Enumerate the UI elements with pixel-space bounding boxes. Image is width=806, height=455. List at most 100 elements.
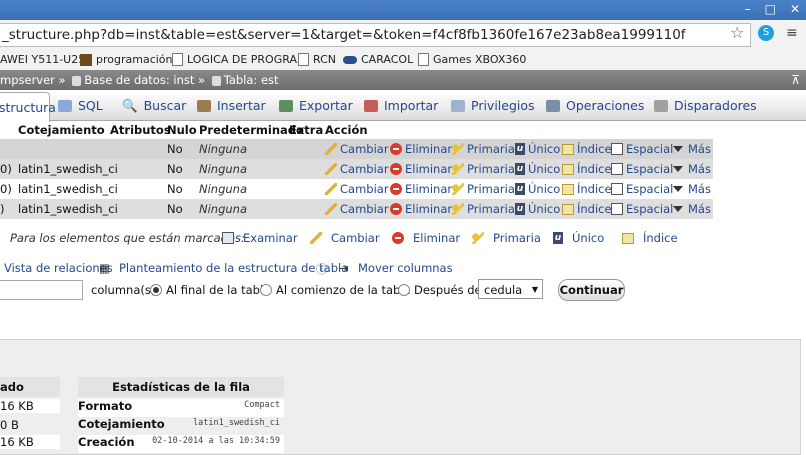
database-icon [72,75,82,86]
tab-label: Importar [384,98,439,113]
menu-icon[interactable]: ≡ [786,25,798,41]
tab-operaciones[interactable]: Operaciones [546,92,644,120]
help-icon[interactable]: ⓘ [316,261,328,277]
more-link[interactable]: Más [673,162,711,176]
continue-button[interactable]: Continuar [558,279,625,301]
table-row: No Ninguna Cambiar Eliminar Primaria u Ún… [0,139,713,159]
primary-link[interactable]: Primaria [452,182,515,196]
at-end-radio[interactable] [150,284,162,296]
bookmark-rcn[interactable]: RCN [298,49,336,70]
index-link[interactable]: Índice [562,182,612,196]
add-columns-count-input[interactable] [0,280,83,300]
tab-estructura[interactable]: structura [0,92,56,122]
delete-link[interactable]: Eliminar [390,182,452,196]
primary-label: Primaria [467,202,515,216]
delete-icon [390,163,402,175]
unique-link[interactable]: u Único [515,162,560,176]
minimize-icon[interactable]: – [745,2,751,16]
more-label: Más [688,142,711,156]
bulk-change[interactable]: Cambiar [310,231,380,245]
more-link[interactable]: Más [673,202,711,216]
primary-label: Primaria [467,182,515,196]
skype-icon[interactable]: S [758,25,774,41]
delete-link[interactable]: Eliminar [390,202,452,216]
bookmark-logica[interactable]: LOGICA DE PROGRA... [172,49,307,70]
spatial-link[interactable]: Espacial [611,162,673,176]
key-icon [452,163,464,175]
relations-link[interactable]: Vista de relaciones [4,261,113,275]
after-radio[interactable] [398,284,410,296]
change-link[interactable]: Cambiar [325,202,389,216]
tab-importar[interactable]: Importar [364,92,438,120]
window-titlebar: – □ ✕ [0,0,806,21]
move-columns-icon: ⇥ [339,261,349,275]
bookmark-programacion[interactable]: programación [80,49,173,70]
browse-icon [222,232,234,244]
bulk-browse[interactable]: Examinar [222,231,298,245]
breadcrumb-db[interactable]: Base de datos: inst [84,73,194,87]
bulk-index[interactable]: Índice [622,231,678,245]
unique-link[interactable]: u Único [515,142,560,156]
bulk-primary[interactable]: Primaria [472,231,541,245]
close-icon[interactable]: ✕ [790,2,800,16]
spatial-link[interactable]: Espacial [611,182,673,196]
url-input[interactable]: _structure.php?db=inst&table=est&server=… [0,23,751,47]
bulk-delete[interactable]: Eliminar [392,231,460,245]
col-null[interactable]: Nulo [167,123,197,137]
structure-icon: ▦ [99,261,110,275]
change-link[interactable]: Cambiar [325,142,389,156]
table-row: 0) latin1_swedish_ci No Ninguna Cambiar … [0,159,713,179]
row-stats-value: Compact [244,400,280,410]
spatial-link[interactable]: Espacial [611,142,673,156]
pencil-icon [310,232,322,244]
tab-privilegios[interactable]: Privilegios [451,92,535,120]
tab-label: Operaciones [566,98,645,113]
unique-link[interactable]: u Único [515,202,560,216]
cell-null: No [167,162,183,176]
cell-null: No [167,202,183,216]
breadcrumb-table[interactable]: Tabla: est [224,73,279,87]
col-extra[interactable]: Extra [289,123,323,137]
wrench-icon [546,100,560,112]
bulk-unique[interactable]: u Único [553,231,604,245]
collapse-icon[interactable]: ⊼ [791,70,800,90]
delete-link[interactable]: Eliminar [390,162,452,176]
index-link[interactable]: Índice [562,162,612,176]
bookmark-caracol[interactable]: CARACOL [343,49,413,70]
tab-disparadores[interactable]: Disparadores [654,92,757,120]
delete-link[interactable]: Eliminar [390,142,452,156]
tab-buscar[interactable]: 🔍 Buscar [122,92,186,120]
spatial-icon [611,143,623,155]
key-icon [452,203,464,215]
col-attributes[interactable]: Atributos [110,123,171,137]
tab-insertar[interactable]: Insertar [197,92,266,120]
spatial-link[interactable]: Espacial [611,202,673,216]
col-collation[interactable]: Cotejamiento [18,123,105,137]
primary-link[interactable]: Primaria [452,162,515,176]
unique-link[interactable]: u Único [515,182,560,196]
more-link[interactable]: Más [673,142,711,156]
more-link[interactable]: Más [673,182,711,196]
tab-sql[interactable]: SQL [58,92,103,120]
tab-exportar[interactable]: Exportar [279,92,353,120]
breadcrumb-server[interactable]: mpserver [0,73,55,87]
move-columns-link[interactable]: Mover columnas [358,261,453,275]
star-icon[interactable]: ☆ [730,23,744,42]
spatial-label: Espacial [626,142,674,156]
bookmark-games[interactable]: Games XBOX360 [418,49,526,70]
unique-label: Único [528,142,561,156]
after-column-select[interactable]: cedula [478,279,543,300]
change-link[interactable]: Cambiar [325,182,389,196]
propose-structure-link[interactable]: Planteamiento de la estructura de tabla [119,261,348,275]
bookmark-awei[interactable]: AWEI Y511-U251 [0,49,92,70]
key-icon [452,183,464,195]
cell-collation: latin1_swedish_ci [18,202,118,216]
maximize-icon[interactable]: □ [765,2,776,16]
index-link[interactable]: Índice [562,202,612,216]
index-link[interactable]: Índice [562,142,612,156]
change-link[interactable]: Cambiar [325,162,389,176]
at-start-radio[interactable] [260,284,272,296]
add-column-row: columna(s) Al final de la tabla Al comie… [0,279,806,303]
primary-link[interactable]: Primaria [452,142,515,156]
primary-link[interactable]: Primaria [452,202,515,216]
